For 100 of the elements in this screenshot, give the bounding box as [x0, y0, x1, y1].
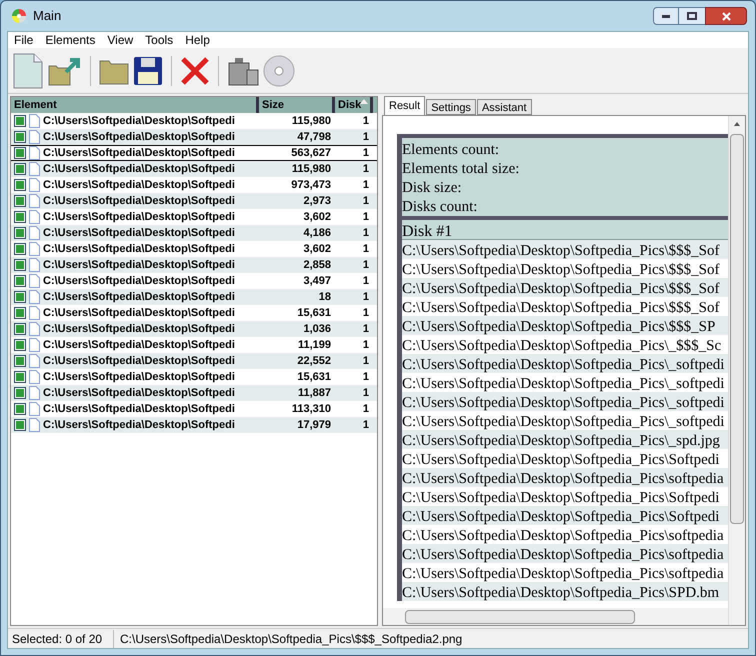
minimize-button[interactable]	[653, 7, 679, 25]
list-row[interactable]: C:\Users\Softpedia\Desktop\Softpedi 2,973 1	[11, 193, 377, 209]
close-button[interactable]	[705, 7, 747, 25]
file-path: C:\Users\Softpedia\Desktop\Softpedi	[43, 114, 235, 129]
file-path: C:\Users\Softpedia\Desktop\Softpedi	[43, 306, 235, 321]
checkbox[interactable]	[14, 147, 26, 159]
file-path: C:\Users\Softpedia\Desktop\Softpedi	[43, 226, 235, 241]
list-row[interactable]: C:\Users\Softpedia\Desktop\Softpedi 18 1	[11, 289, 377, 305]
tab[interactable]: Settings	[426, 99, 476, 115]
file-path: C:\Users\Softpedia\Desktop\Softpedi	[43, 194, 235, 209]
checkbox[interactable]	[14, 323, 26, 335]
file-size: 115,980	[290, 162, 332, 177]
menu-item[interactable]: Help	[179, 31, 216, 49]
file-icon	[29, 242, 40, 256]
file-path: C:\Users\Softpedia\Desktop\Softpedi	[43, 354, 235, 369]
menu-item[interactable]: View	[101, 31, 140, 49]
file-icon	[29, 258, 40, 272]
tab[interactable]: Assistant	[476, 99, 532, 115]
checkbox[interactable]	[14, 259, 26, 271]
summary-label: Elements count:	[402, 141, 500, 158]
checkbox[interactable]	[14, 243, 26, 255]
checkbox[interactable]	[14, 227, 26, 239]
file-path: C:\Users\Softpedia\Desktop\Softpedia_Pics\SPD.bm	[402, 582, 728, 601]
new-document-icon[interactable]	[12, 52, 44, 88]
menu-item[interactable]: Elements	[39, 31, 102, 49]
checkbox[interactable]	[14, 371, 26, 383]
disk-number: 1	[362, 338, 370, 353]
list-row[interactable]: C:\Users\Softpedia\Desktop\Softpedi 17,979 1	[11, 417, 377, 433]
vertical-scrollbar[interactable]	[728, 116, 745, 625]
list-row[interactable]: C:\Users\Softpedia\Desktop\Softpedi 47,798 1	[11, 129, 377, 145]
file-size: 22,552	[296, 354, 332, 369]
checkbox[interactable]	[14, 339, 26, 351]
file-path: C:\Users\Softpedia\Desktop\Softpedi	[43, 210, 235, 225]
delete-icon[interactable]	[180, 56, 210, 86]
file-path: C:\Users\Softpedia\Desktop\Softpedi	[43, 274, 235, 289]
file-icon	[29, 210, 40, 224]
checkbox[interactable]	[14, 179, 26, 191]
checkbox[interactable]	[14, 419, 26, 431]
summary-label: Disk size:	[402, 179, 463, 196]
horizontal-scrollbar[interactable]	[383, 608, 728, 625]
weights-icon[interactable]	[227, 56, 259, 86]
list-row[interactable]: C:\Users\Softpedia\Desktop\Softpedi 11,887 1	[11, 385, 377, 401]
column-label: Disk	[338, 98, 362, 113]
disk-number: 1	[362, 402, 370, 417]
file-icon	[29, 402, 40, 416]
file-path: C:\Users\Softpedia\Desktop\Softpedi	[43, 258, 235, 273]
checkbox[interactable]	[14, 163, 26, 175]
checkbox[interactable]	[14, 275, 26, 287]
file-size: 18	[318, 290, 332, 305]
file-icon	[29, 354, 40, 368]
summary-label: Elements total size:	[402, 160, 520, 177]
file-path: C:\Users\Softpedia\Desktop\Softpedia_Pics\$$$_SP	[402, 316, 728, 335]
list-row[interactable]: C:\Users\Softpedia\Desktop\Softpedi 115,980 1	[11, 161, 377, 177]
checkbox[interactable]	[14, 355, 26, 367]
file-size: 4,186	[302, 226, 332, 241]
list-row[interactable]: C:\Users\Softpedia\Desktop\Softpedi 4,186 1	[11, 225, 377, 241]
file-path: C:\Users\Softpedia\Desktop\Softpedi	[43, 338, 235, 353]
disk-number: 1	[362, 306, 370, 321]
disk-number: 1	[362, 146, 370, 161]
file-size: 973,473	[290, 178, 332, 193]
checkbox[interactable]	[14, 195, 26, 207]
list-row[interactable]: C:\Users\Softpedia\Desktop\Softpedi 2,858 1	[11, 257, 377, 273]
save-icon[interactable]	[133, 56, 163, 86]
file-icon	[29, 162, 40, 176]
checkbox[interactable]	[14, 403, 26, 415]
file-size: 15,631	[296, 370, 332, 385]
folder-arrow-icon[interactable]	[48, 56, 82, 86]
checkbox[interactable]	[14, 387, 26, 399]
minimize-icon	[662, 14, 670, 18]
checkbox[interactable]	[14, 211, 26, 223]
checkbox[interactable]	[14, 131, 26, 143]
file-path: C:\Users\Softpedia\Desktop\Softpedi	[43, 322, 235, 337]
disk-number: 1	[362, 210, 370, 225]
file-size: 17,979	[296, 418, 332, 433]
tab[interactable]: Result	[384, 96, 426, 115]
file-size: 113,310	[290, 402, 332, 417]
column-label: Element	[14, 98, 57, 113]
disk-number: 1	[362, 290, 370, 305]
scroll-thumb[interactable]	[730, 134, 744, 524]
list-row[interactable]: C:\Users\Softpedia\Desktop\Softpedi 1,036 1	[11, 321, 377, 337]
file-size: 2,858	[302, 258, 332, 273]
file-path: C:\Users\Softpedia\Desktop\Softpedi	[43, 386, 235, 401]
column-label: Size	[262, 98, 284, 113]
maximize-button[interactable]	[679, 7, 705, 25]
file-path: C:\Users\Softpedia\Desktop\Softpedi	[43, 178, 235, 193]
file-size: 2,973	[302, 194, 332, 209]
checkbox[interactable]	[14, 291, 26, 303]
checkbox[interactable]	[14, 115, 26, 127]
file-icon	[29, 130, 40, 144]
menu-item[interactable]: File	[8, 31, 40, 49]
checkbox[interactable]	[14, 307, 26, 319]
file-path: C:\Users\Softpedia\Desktop\Softpedi	[43, 130, 235, 145]
menu-item[interactable]: Tools	[139, 31, 180, 49]
file-path: C:\Users\Softpedia\Desktop\Softpedi	[43, 146, 235, 161]
list-row[interactable]: C:\Users\Softpedia\Desktop\Softpedi 22,552 1	[11, 353, 377, 369]
file-icon	[29, 178, 40, 192]
file-path: C:\Users\Softpedia\Desktop\Softpedia_Pics\_spd.jpg	[402, 430, 728, 449]
disk-number: 1	[362, 130, 370, 145]
file-size: 1,036	[302, 322, 332, 337]
scroll-thumb[interactable]	[405, 610, 635, 624]
